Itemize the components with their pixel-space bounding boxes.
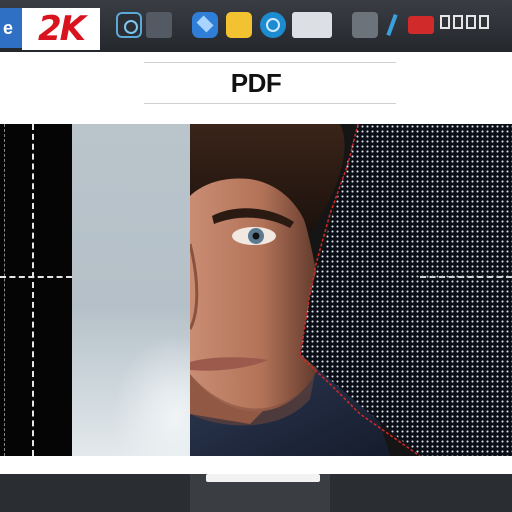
window-square-icon [453,15,463,29]
window-square-icon [479,15,489,29]
red-app-icon[interactable] [408,16,434,34]
pen-icon[interactable] [382,12,402,38]
taskbar: e 2K [0,0,512,53]
grey-window-icon[interactable] [146,12,172,38]
photos-app-icon[interactable] [352,12,378,38]
black-guide-strip [0,124,72,456]
screen: e 2K PDF [0,0,512,512]
header-rule-top [144,62,396,63]
window-thumbnail-icon[interactable] [292,12,332,38]
bottom-area [0,456,512,512]
image-panel [0,124,512,456]
page-handle[interactable] [206,474,320,482]
guide-dashed-line [0,276,72,278]
blue-diamond-app-icon[interactable] [192,12,218,38]
grey-shirt-area [72,124,202,456]
brand-2k-icon[interactable]: 2K [22,8,100,50]
windows-group-icon[interactable] [440,15,504,35]
edge-browser-icon[interactable]: e [0,8,22,48]
window-square-icon [440,15,450,29]
guide-dashed-line [420,276,512,278]
guide-dashed-line [4,124,5,456]
header-rule-bottom [144,103,396,104]
blue-circle-app-icon[interactable] [260,12,286,38]
document-header: PDF [0,52,512,124]
document-title: PDF [230,68,282,98]
yellow-app-icon[interactable] [226,12,252,38]
guide-dashed-line [32,124,34,456]
window-square-icon [466,15,476,29]
camera-app-icon[interactable] [116,12,142,38]
